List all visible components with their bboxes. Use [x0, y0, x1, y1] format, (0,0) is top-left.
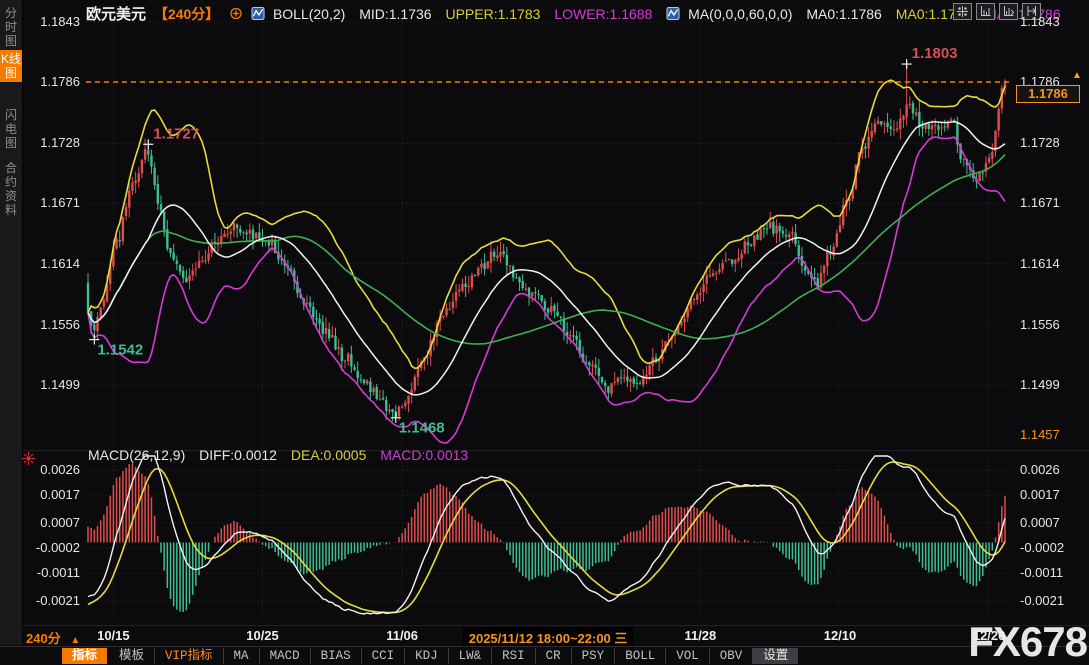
time-axis: 240分 ▲ 2025/11/12 18:00~22:00 三 10/15 10/… [0, 627, 1089, 646]
sidebar-item-0[interactable]: 分时图 [0, 4, 22, 50]
price-tick-right-2: 1.1728 [1020, 135, 1060, 151]
toolbar-item-7[interactable]: KDJ [405, 648, 449, 664]
price-tick-right-6: 1.1499 [1020, 377, 1060, 393]
timeframe-label: 【240分】 [154, 6, 219, 22]
price-tick-left-5: 1.1556 [28, 317, 80, 333]
sidebar-item-3[interactable]: 合约资料 [0, 159, 22, 219]
ma0-value-1: MA0:1.1786 [806, 6, 882, 22]
toolbar-item-2[interactable]: VIP指标 [155, 648, 224, 664]
ma-params: MA(0,0,0,60,0,0) [688, 6, 792, 22]
date-tick-5: 12/20 [954, 628, 1024, 643]
toolbar-item-15[interactable]: 设置 [753, 648, 798, 664]
sidebar-item-2[interactable]: 闪电图 [0, 106, 22, 152]
price-tick-right-5: 1.1556 [1020, 317, 1060, 333]
boll-lower-value: LOWER:1.1688 [554, 6, 652, 22]
date-tick-3: 11/28 [665, 628, 735, 643]
macd-tick-left-0: 0.0026 [28, 462, 80, 478]
price-tick-left-1: 1.1786 [28, 74, 80, 90]
svg-text:1.1468: 1.1468 [399, 420, 445, 437]
symbol-name: 欧元美元 [86, 6, 146, 23]
macd-diff-value: DIFF:0.0012 [199, 447, 277, 463]
current-price-badge: 1.1786 [1016, 85, 1080, 103]
price-tick-left-0: 1.1843 [28, 14, 80, 30]
toolbar-item-0[interactable]: 指标 [62, 648, 107, 664]
toolbar-item-3[interactable]: MA [224, 648, 260, 664]
timeframe-selector[interactable]: 240分 ▲ [26, 628, 80, 647]
highlighted-bar-time: 2025/11/12 18:00~22:00 三 [463, 627, 633, 648]
toolbar-item-4[interactable]: MACD [260, 648, 311, 664]
price-tick-left-4: 1.1614 [28, 256, 80, 272]
boll-params: BOLL(20,2) [273, 6, 345, 22]
svg-text:1.1803: 1.1803 [912, 45, 958, 62]
boll-upper-value: UPPER:1.1783 [445, 6, 540, 22]
macd-tick-right-4: -0.0011 [1020, 565, 1063, 581]
toolbar-item-5[interactable]: BIAS [311, 648, 362, 664]
price-tick-left-3: 1.1671 [28, 195, 80, 211]
toolbar-item-6[interactable]: CCI [362, 648, 406, 664]
macd-tick-right-3: -0.0002 [1020, 540, 1064, 556]
price-up-arrow-icon: ▲ [1072, 70, 1082, 81]
toolbar-item-12[interactable]: BOLL [615, 648, 666, 664]
macd-params: MACD(26,12,9) [88, 447, 185, 463]
axis-zoom-right-icon[interactable] [999, 3, 1018, 20]
crosshair-tool-icon[interactable] [953, 3, 972, 20]
macd-tick-left-4: -0.0011 [28, 565, 80, 581]
boll-mid-value: MID:1.1736 [359, 6, 431, 22]
price-tick-left-6: 1.1499 [28, 377, 80, 393]
ma-indicator-icon[interactable] [666, 7, 680, 20]
macd-tick-left-1: 0.0017 [28, 487, 80, 503]
macd-header: MACD(26,12,9) DIFF:0.0012 DEA:0.0005 MAC… [88, 447, 478, 463]
toolbar-item-10[interactable]: CR [536, 648, 572, 664]
price-tick-right-0: 1.1843 [1020, 14, 1060, 30]
timeframe-selector-label: 240分 [26, 631, 61, 646]
macd-dea-value: DEA:0.0005 [291, 447, 367, 463]
chart-header: 欧元美元 【240分】 BOLL(20,2) MID:1.1736 UPPER:… [86, 3, 1071, 21]
toolbar-item-14[interactable]: OBV [710, 648, 754, 664]
toolbar-item-1[interactable]: 模板 [109, 648, 155, 664]
toolbar-item-9[interactable]: RSI [492, 648, 536, 664]
price-tick-left-2: 1.1728 [28, 135, 80, 151]
date-tick-4: 12/10 [805, 628, 875, 643]
macd-tick-left-2: 0.0007 [28, 515, 80, 531]
macd-tick-right-0: 0.0026 [1020, 462, 1060, 478]
macd-tick-right-5: -0.0021 [1020, 593, 1064, 609]
indicator-toolbar: 指标模板VIP指标MAMACDBIASCCIKDJLW&RSICRPSYBOLL… [0, 646, 1089, 664]
boll-indicator-icon[interactable] [251, 7, 265, 20]
price-low-marker: 1.1457 [1020, 427, 1060, 443]
price-tick-right-4: 1.1614 [1020, 256, 1060, 272]
macd-tick-left-5: -0.0021 [28, 593, 80, 609]
macd-tick-left-3: -0.0002 [28, 540, 80, 556]
price-tick-right-3: 1.1671 [1020, 195, 1060, 211]
axis-zoom-left-icon[interactable] [976, 3, 995, 20]
toolbar-item-13[interactable]: VOL [666, 648, 710, 664]
macd-macd-value: MACD:0.0013 [380, 447, 468, 463]
toolbar-item-11[interactable]: PSY [572, 648, 616, 664]
date-tick-2: 11/06 [367, 628, 437, 643]
macd-tick-right-2: 0.0007 [1020, 515, 1060, 531]
sidebar-item-1[interactable]: K线图 [0, 50, 22, 82]
price-chart-canvas[interactable]: 1.1727 1.1542 1.1468 1.1803 [0, 0, 1089, 664]
add-compare-icon[interactable] [229, 7, 243, 20]
left-sidebar: 分时图K线图闪电图合约资料 [0, 0, 23, 645]
date-tick-0: 10/15 [78, 628, 148, 643]
macd-tick-right-1: 0.0017 [1020, 487, 1060, 503]
toolbar-item-8[interactable]: LW& [449, 648, 493, 664]
date-tick-1: 10/25 [228, 628, 298, 643]
svg-text:1.1727: 1.1727 [153, 125, 199, 142]
svg-text:1.1542: 1.1542 [97, 342, 143, 359]
